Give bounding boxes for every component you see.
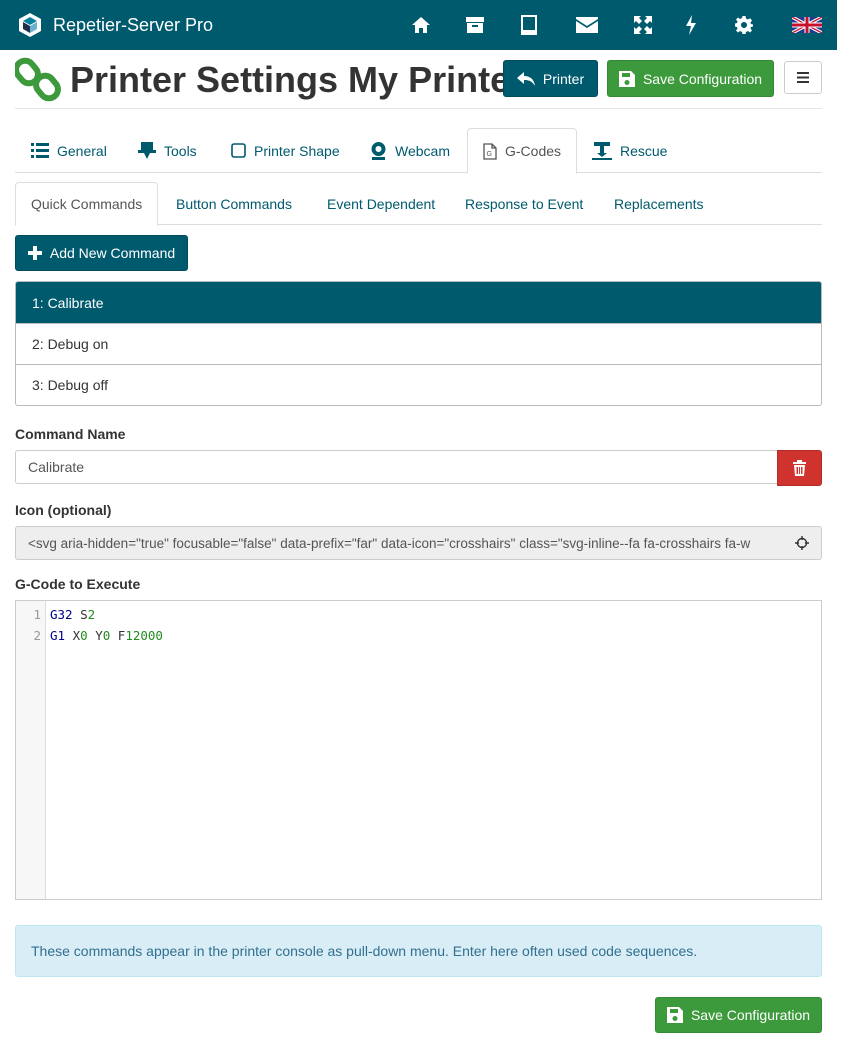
extruder-icon (138, 141, 156, 159)
hamburger-icon (797, 72, 809, 83)
tab-webcam[interactable]: Webcam (370, 128, 450, 173)
add-new-command-button[interactable]: Add New Command (15, 235, 188, 271)
info-alert: These commands appear in the printer con… (15, 925, 822, 977)
code-token: X (72, 628, 81, 643)
code-line: G1 X0 Y0 F12000 (50, 628, 163, 643)
tab-rescue-label: Rescue (620, 142, 668, 159)
menu-button[interactable] (784, 61, 822, 94)
code-line: G32 S2 (50, 607, 95, 622)
bolt-icon[interactable] (677, 11, 705, 39)
icon-label: Icon (optional) (15, 502, 112, 518)
tab-tools[interactable]: Tools (138, 128, 197, 173)
line-number: 1 (33, 607, 41, 622)
tab-g-codes-label: G-Codes (505, 143, 562, 159)
tab-general-label: General (57, 142, 107, 159)
subtab-replacements[interactable]: Replacements (614, 182, 704, 225)
printer-button[interactable]: Printer (503, 60, 598, 97)
command-list-item[interactable]: 1: Calibrate (16, 282, 821, 323)
code-token: G1 (50, 628, 66, 643)
tab-webcam-label: Webcam (395, 142, 450, 159)
add-new-command-label: Add New Command (49, 245, 176, 261)
command-list-item[interactable]: 3: Debug off (16, 364, 821, 405)
crosshairs-icon (794, 536, 809, 550)
subtab-event-dependent[interactable]: Event Dependent (327, 182, 435, 225)
webcam-icon (371, 141, 386, 160)
gear-icon[interactable] (730, 11, 758, 39)
page-header: Printer Settings My Printer Printer Save… (15, 55, 822, 109)
gcode-file-icon: G (483, 142, 497, 160)
command-name-label: Command Name (15, 426, 126, 442)
code-token: Y (95, 628, 103, 643)
footer-save-configuration-button[interactable]: Save Configuration (655, 997, 822, 1033)
save-icon (666, 1007, 683, 1023)
chain-link-icon (15, 57, 61, 102)
subtab-response-to-event[interactable]: Response to Event (465, 182, 583, 225)
tab-printer-shape-label: Printer Shape (254, 142, 340, 159)
gcode-editor[interactable]: 1 2 G32 S2 G1 X0 Y0 F12000 (15, 600, 822, 900)
home-icon[interactable] (407, 11, 435, 39)
line-number: 2 (33, 628, 41, 643)
editor-gutter: 1 2 (16, 601, 46, 899)
subtab-button-commands[interactable]: Button Commands (176, 182, 292, 225)
icon-picker-button[interactable] (782, 526, 822, 560)
code-token: 12000 (125, 628, 163, 643)
repetier-logo-icon (19, 13, 41, 37)
save-configuration-button[interactable]: Save Configuration (607, 60, 774, 97)
square-icon (231, 143, 246, 158)
code-token: 0 (80, 628, 88, 643)
delete-command-button[interactable] (777, 450, 822, 486)
code-token: G32 (50, 607, 73, 622)
envelope-icon[interactable] (573, 11, 601, 39)
svg-text:G: G (487, 151, 492, 158)
plus-icon (27, 246, 42, 260)
top-navbar: Repetier-Server Pro (0, 0, 837, 50)
gcode-label: G-Code to Execute (15, 576, 141, 592)
list-icon (31, 143, 49, 158)
code-token: S (80, 607, 88, 622)
archive-icon[interactable] (461, 11, 489, 39)
code-token: 2 (87, 607, 96, 622)
subtab-quick-commands[interactable]: Quick Commands (15, 182, 159, 226)
app-title: Repetier-Server Pro (53, 14, 214, 35)
reply-arrow-icon (516, 71, 535, 86)
tab-printer-shape[interactable]: Printer Shape (231, 128, 340, 173)
rescue-icon (592, 141, 612, 160)
page-title: Printer Settings My Printer (70, 59, 525, 100)
printer-button-label: Printer (542, 70, 585, 87)
command-list: 1: Calibrate 2: Debug on 3: Debug off (15, 281, 822, 406)
brand[interactable]: Repetier-Server Pro (17, 12, 213, 38)
tab-tools-label: Tools (164, 142, 197, 159)
uk-flag-icon[interactable] (791, 11, 823, 39)
command-name-input[interactable]: Calibrate (15, 450, 778, 484)
tablet-icon[interactable] (515, 11, 543, 39)
icon-svg-input[interactable]: <svg aria-hidden="true" focusable="false… (15, 526, 783, 560)
tab-g-codes[interactable]: G G-Codes (467, 128, 578, 174)
sub-tabs: Quick Commands Button Commands Event Dep… (15, 182, 822, 226)
tab-rescue[interactable]: Rescue (592, 128, 667, 173)
save-configuration-label: Save Configuration (642, 70, 763, 87)
footer-save-configuration-label: Save Configuration (690, 1007, 811, 1023)
trash-icon (793, 460, 806, 476)
command-list-item[interactable]: 2: Debug on (16, 323, 821, 364)
expand-icon[interactable] (629, 11, 657, 39)
save-icon (618, 70, 635, 87)
tab-general[interactable]: General (31, 128, 107, 173)
main-tabs: General Tools Printer Shape Webcam G G-C… (15, 128, 822, 174)
